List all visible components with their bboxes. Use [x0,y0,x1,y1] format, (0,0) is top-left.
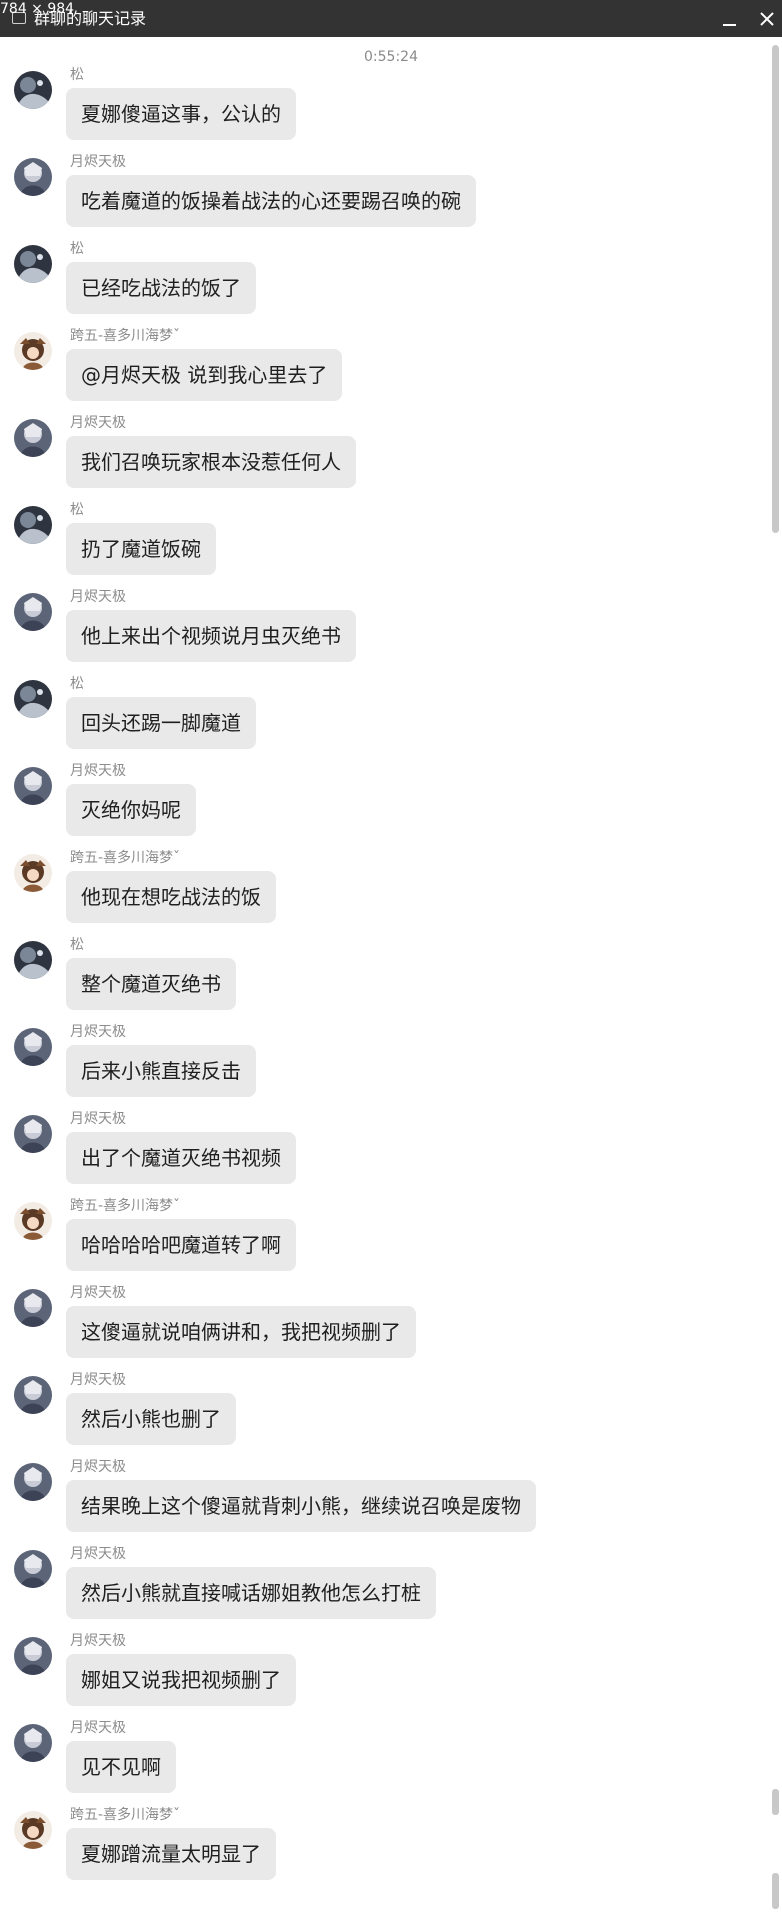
sender-name: 松 [70,937,84,953]
avatar-kuawu[interactable] [14,1202,52,1240]
message-bubble[interactable]: 见不见啊 [66,1741,176,1793]
avatar-yuejin[interactable] [14,1028,52,1066]
message-bubble[interactable]: 扔了魔道饭碗 [66,523,216,575]
avatar-yuejin[interactable] [14,1289,52,1327]
message-bubble[interactable]: 回头还踢一脚魔道 [66,697,256,749]
chat-message: 月烬天极 然后小熊就直接喊话娜姐教他怎么打桩 [0,1545,760,1632]
avatar-yuejin[interactable] [14,1724,52,1762]
chat-message: 月烬天极 后来小熊直接反击 [0,1023,760,1110]
avatar-yuejin[interactable] [14,419,52,457]
chat-history[interactable]: 0:55:24 松 夏娜傻逼这事，公认的 月烬天极 吃着魔道的饭操着战法的心还要… [0,37,770,1919]
sender-name: 月烬天极 [70,1546,126,1562]
message-bubble[interactable]: 夏娜傻逼这事，公认的 [66,88,296,140]
message-bubble[interactable]: 哈哈哈哈吧魔道转了啊 [66,1219,296,1271]
message-bubble[interactable]: 后来小熊直接反击 [66,1045,256,1097]
message-bubble[interactable]: 结果晚上这个傻逼就背刺小熊，继续说召唤是废物 [66,1480,536,1532]
sender-name: 松 [70,502,84,518]
chat-message: 月烬天极 然后小熊也删了 [0,1371,760,1458]
chat-message: 月烬天极 我们召唤玩家根本没惹任何人 [0,414,760,501]
sender-name: 月烬天极 [70,1372,126,1388]
avatar-song[interactable] [14,71,52,109]
chat-message: 跨五-喜多川海梦ˇ 夏娜蹭流量太明显了 [0,1806,760,1893]
avatar-kuawu[interactable] [14,332,52,370]
chat-message: 月烬天极 灭绝你妈呢 [0,762,760,849]
chat-message: 月烬天极 他上来出个视频说月虫灭绝书 [0,588,760,675]
chat-message: 月烬天极 吃着魔道的饭操着战法的心还要踢召唤的碗 [0,153,760,240]
sender-name: 松 [70,241,84,257]
sender-name: 月烬天极 [70,1285,126,1301]
avatar-song[interactable] [14,506,52,544]
message-bubble[interactable]: 然后小熊就直接喊话娜姐教他怎么打桩 [66,1567,436,1619]
close-icon [760,12,774,26]
chat-message: 松 夏娜傻逼这事，公认的 [0,66,760,153]
sender-name: 松 [70,676,84,692]
avatar-yuejin[interactable] [14,1463,52,1501]
sender-name: 跨五-喜多川海梦ˇ [70,1198,181,1214]
message-bubble[interactable]: 他上来出个视频说月虫灭绝书 [66,610,356,662]
message-bubble[interactable]: 然后小熊也删了 [66,1393,236,1445]
chat-message: 松 整个魔道灭绝书 [0,936,760,1023]
sender-name: 月烬天极 [70,1459,126,1475]
avatar-yuejin[interactable] [14,593,52,631]
sender-name: 月烬天极 [70,154,126,170]
sender-name: 月烬天极 [70,1633,126,1649]
sender-name: 跨五-喜多川海梦ˇ [70,328,181,344]
message-bubble[interactable]: 吃着魔道的饭操着战法的心还要踢召唤的碗 [66,175,476,227]
message-bubble[interactable]: 这傻逼就说咱俩讲和，我把视频删了 [66,1306,416,1358]
chat-message: 月烬天极 见不见啊 [0,1719,760,1806]
chat-message: 月烬天极 结果晚上这个傻逼就背刺小熊，继续说召唤是废物 [0,1458,760,1545]
window-titlebar: 群聊的聊天记录 784 × 984 [0,0,782,37]
avatar-yuejin[interactable] [14,1550,52,1588]
message-timestamp: 0:55:24 [364,49,418,65]
message-bubble[interactable]: 夏娜蹭流量太明显了 [66,1828,276,1880]
chat-message: 月烬天极 娜姐又说我把视频删了 [0,1632,760,1719]
scrollbar-marker [772,1789,779,1815]
message-bubble[interactable]: 他现在想吃战法的饭 [66,871,276,923]
message-bubble[interactable]: @月烬天极 说到我心里去了 [66,349,343,401]
chat-message: 跨五-喜多川海梦ˇ 他现在想吃战法的饭 [0,849,760,936]
message-bubble[interactable]: 我们召唤玩家根本没惹任何人 [66,436,356,488]
sender-name: 月烬天极 [70,1024,126,1040]
minimize-button[interactable] [714,4,744,34]
dimension-label: 784 × 984 [0,1,75,17]
avatar-yuejin[interactable] [14,1637,52,1675]
chat-message: 松 回头还踢一脚魔道 [0,675,760,762]
avatar-song[interactable] [14,941,52,979]
sender-name: 松 [70,67,84,83]
chat-message: 松 已经吃战法的饭了 [0,240,760,327]
chat-message: 跨五-喜多川海梦ˇ @月烬天极 说到我心里去了 [0,327,760,414]
scrollbar-thumb[interactable] [772,45,779,533]
minimize-icon [722,12,736,26]
avatar-song[interactable] [14,680,52,718]
vertical-scrollbar[interactable] [770,37,782,1919]
sender-name: 跨五-喜多川海梦ˇ [70,850,181,866]
message-bubble[interactable]: 出了个魔道灭绝书视频 [66,1132,296,1184]
sender-name: 月烬天极 [70,763,126,779]
avatar-yuejin[interactable] [14,1115,52,1153]
message-bubble[interactable]: 灭绝你妈呢 [66,784,196,836]
chat-message: 跨五-喜多川海梦ˇ 哈哈哈哈吧魔道转了啊 [0,1197,760,1284]
message-bubble[interactable]: 整个魔道灭绝书 [66,958,236,1010]
avatar-kuawu[interactable] [14,1811,52,1849]
chat-message: 松 扔了魔道饭碗 [0,501,760,588]
avatar-song[interactable] [14,245,52,283]
close-button[interactable] [752,4,782,34]
message-bubble[interactable]: 已经吃战法的饭了 [66,262,256,314]
avatar-yuejin[interactable] [14,767,52,805]
scrollbar-marker [772,1873,779,1909]
sender-name: 跨五-喜多川海梦ˇ [70,1807,181,1823]
sender-name: 月烬天极 [70,1111,126,1127]
message-bubble[interactable]: 娜姐又说我把视频删了 [66,1654,296,1706]
chat-message: 月烬天极 这傻逼就说咱俩讲和，我把视频删了 [0,1284,760,1371]
avatar-yuejin[interactable] [14,158,52,196]
chat-message: 月烬天极 出了个魔道灭绝书视频 [0,1110,760,1197]
sender-name: 月烬天极 [70,589,126,605]
avatar-kuawu[interactable] [14,854,52,892]
sender-name: 月烬天极 [70,1720,126,1736]
avatar-yuejin[interactable] [14,1376,52,1414]
sender-name: 月烬天极 [70,415,126,431]
